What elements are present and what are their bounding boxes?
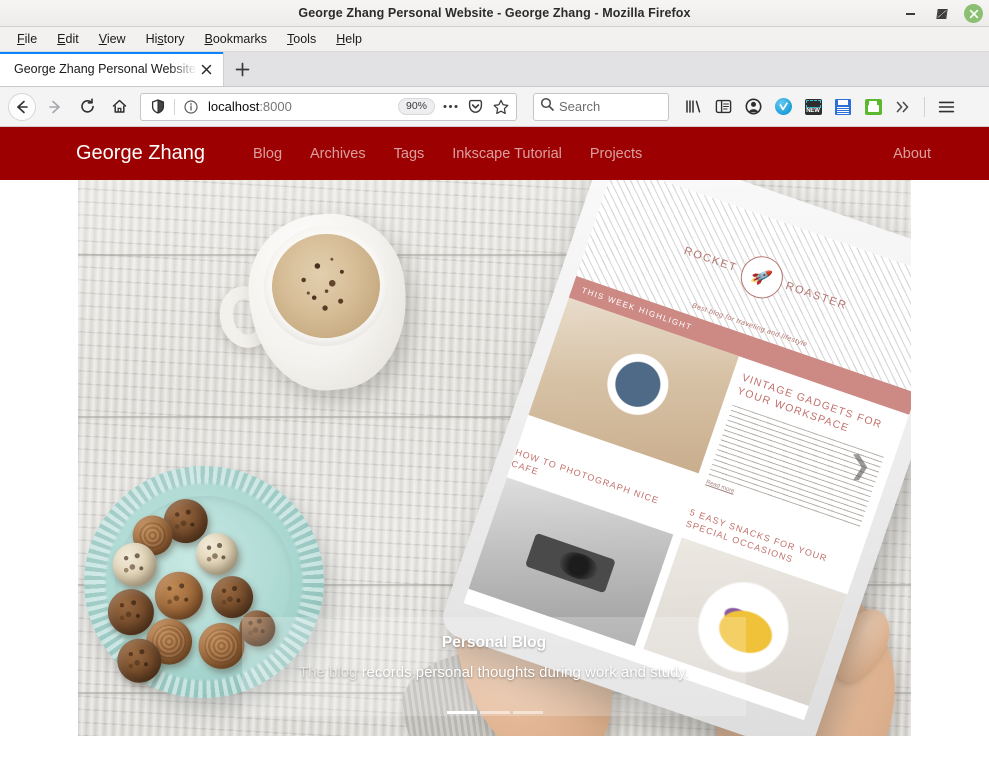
browser-tab-active[interactable]: George Zhang Personal Website <box>0 52 224 86</box>
search-input[interactable]: Search <box>559 99 600 114</box>
menu-help-post: elp <box>345 32 362 46</box>
carousel-next-arrow-icon[interactable]: ❯ <box>843 448 877 482</box>
menu-view-post: iew <box>107 32 126 46</box>
menu-edit-mnemonic: E <box>57 32 65 46</box>
url-host: localhost <box>208 99 259 114</box>
menu-edit-post: dit <box>66 32 79 46</box>
site-link-projects[interactable]: Projects <box>576 146 656 162</box>
menu-file-mnemonic: F <box>17 32 25 46</box>
reload-button[interactable] <box>72 92 102 122</box>
extension-new-badge-icon[interactable]: NEW <box>799 93 827 121</box>
close-icon[interactable] <box>964 4 983 23</box>
account-icon[interactable] <box>739 93 767 121</box>
tab-title: George Zhang Personal Website <box>14 62 197 76</box>
site-brand[interactable]: George Zhang <box>76 142 205 165</box>
carousel-caption-subtitle-rest: records personal thoughts during work an… <box>362 664 689 681</box>
url-bar[interactable]: localhost:8000 90% <box>140 93 517 121</box>
menu-file[interactable]: File <box>8 29 46 49</box>
tablet-logo-left: ROCKET <box>682 245 738 274</box>
hamburger-menu-icon[interactable] <box>932 93 960 121</box>
coffee-surface <box>267 229 385 344</box>
page-content: ROCKET 🚀 ROASTER Best blog for traveling… <box>0 180 989 764</box>
printer-glyph <box>865 99 882 115</box>
carousel-caption: Personal Blog The blog records personal … <box>242 617 746 716</box>
site-navbar: George Zhang Blog Archives Tags Inkscape… <box>0 127 989 180</box>
extension-save-floppy-icon[interactable] <box>829 93 857 121</box>
search-icon <box>540 97 554 116</box>
menu-help[interactable]: Help <box>327 29 371 49</box>
url-text[interactable]: localhost:8000 <box>204 99 396 114</box>
carousel-indicator-2[interactable] <box>480 711 510 714</box>
new-tab-button[interactable] <box>224 52 260 86</box>
site-nav-links: Blog Archives Tags Inkscape Tutorial Pro… <box>239 146 656 162</box>
menu-tools-post: ools <box>293 32 316 46</box>
menu-bookmarks-post: ookmarks <box>213 32 267 46</box>
menu-edit[interactable]: Edit <box>48 29 88 49</box>
site-link-inkscape-tutorial[interactable]: Inkscape Tutorial <box>438 146 576 162</box>
page-actions-ellipsis-icon[interactable] <box>439 95 462 118</box>
overflow-chevrons-icon[interactable] <box>889 93 917 121</box>
minimize-icon[interactable] <box>900 4 920 24</box>
url-port: :8000 <box>259 99 292 114</box>
coffee-mug <box>250 214 406 390</box>
pocket-icon[interactable] <box>464 95 487 118</box>
window-controls <box>900 0 983 27</box>
menu-history-pre: Hi <box>146 32 158 46</box>
application-menubar: File Edit View History Bookmarks Tools H… <box>0 27 989 52</box>
menu-view-mnemonic: V <box>99 32 107 46</box>
site-link-blog[interactable]: Blog <box>239 146 296 162</box>
back-button[interactable] <box>8 93 36 121</box>
site-link-tags[interactable]: Tags <box>380 146 439 162</box>
extension-checkmark-glyph <box>775 98 792 115</box>
zoom-level-badge[interactable]: 90% <box>398 98 435 115</box>
extension-checkmark-icon[interactable] <box>769 93 797 121</box>
maximize-icon <box>937 9 947 19</box>
home-button[interactable] <box>104 92 134 122</box>
forward-button[interactable] <box>40 92 70 122</box>
tablet-logo-right: ROASTER <box>784 280 849 312</box>
url-separator <box>174 99 175 115</box>
carousel-caption-subtitle: The blog records personal thoughts durin… <box>242 664 746 681</box>
menu-bookmarks-mnemonic: B <box>205 32 213 46</box>
bookmark-star-icon[interactable] <box>489 95 512 118</box>
site-information-icon[interactable] <box>180 96 202 118</box>
menu-view[interactable]: View <box>90 29 135 49</box>
floppy-glyph <box>835 99 851 115</box>
sidebar-icon[interactable] <box>709 93 737 121</box>
toolbar-icon-group: NEW <box>679 93 960 121</box>
hero-carousel[interactable]: ROCKET 🚀 ROASTER Best blog for traveling… <box>78 180 911 736</box>
tab-close-icon[interactable] <box>197 60 215 78</box>
search-bar[interactable]: Search <box>533 93 669 121</box>
maximize-button[interactable] <box>932 4 952 24</box>
menu-help-mnemonic: H <box>336 32 345 46</box>
carousel-caption-title: Personal Blog <box>242 634 746 652</box>
menu-tools[interactable]: Tools <box>278 29 325 49</box>
toolbar-divider <box>924 97 925 117</box>
menu-bookmarks[interactable]: Bookmarks <box>196 29 277 49</box>
window-titlebar: George Zhang Personal Website - George Z… <box>0 0 989 27</box>
site-link-archives[interactable]: Archives <box>296 146 380 162</box>
menu-history-post: tory <box>164 32 185 46</box>
extension-new-badge-glyph: NEW <box>805 99 822 115</box>
tab-strip: George Zhang Personal Website <box>0 52 989 87</box>
library-icon[interactable] <box>679 93 707 121</box>
menu-history[interactable]: History <box>137 29 194 49</box>
carousel-indicator-1[interactable] <box>447 711 477 714</box>
rocket-icon: 🚀 <box>735 250 788 303</box>
cocoa-powder <box>267 229 385 344</box>
carousel-caption-subtitle-faded: The blog <box>299 664 362 681</box>
extension-print-icon[interactable] <box>859 93 887 121</box>
browser-toolbar: localhost:8000 90% Search <box>0 87 989 127</box>
site-link-about[interactable]: About <box>893 146 961 162</box>
menu-file-post: ile <box>25 32 38 46</box>
carousel-indicators <box>78 711 911 714</box>
carousel-indicator-3[interactable] <box>513 711 543 714</box>
tracking-protection-shield-icon[interactable] <box>147 96 169 118</box>
window-title: George Zhang Personal Website - George Z… <box>298 6 690 20</box>
